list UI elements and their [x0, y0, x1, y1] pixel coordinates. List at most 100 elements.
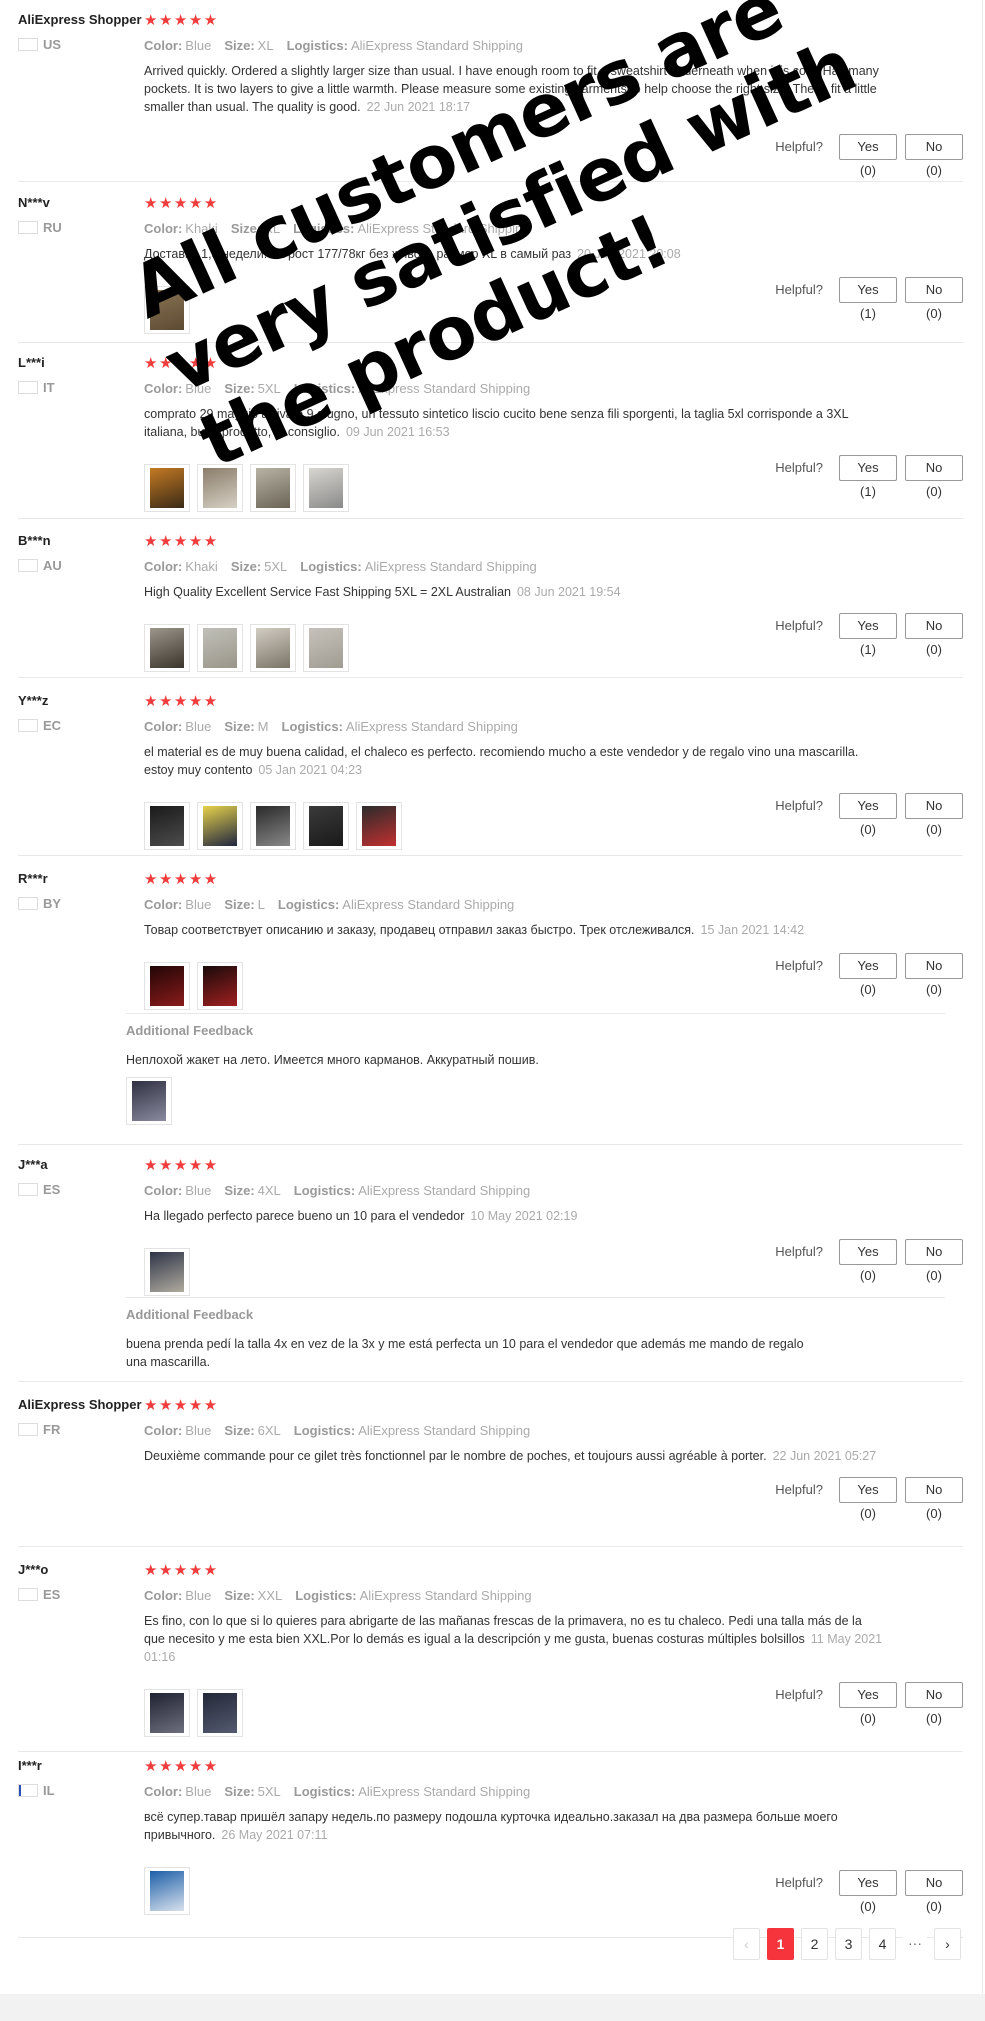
review-body: ★★★★★ Color: Khaki Size: XL Logistics: AliExpr…	[144, 195, 884, 334]
page-1-button[interactable]: 1	[767, 1928, 794, 1960]
order-info: Color: Blue Size: 6XL Logistics: AliExpress S…	[144, 1423, 884, 1439]
review-photo-thumbnail[interactable]	[250, 802, 296, 850]
helpful-no-button[interactable]: No (0)	[905, 134, 963, 178]
review-photo-thumbnail[interactable]	[144, 286, 190, 334]
helpful-votes: Helpful? Yes (0) No (0)	[775, 793, 963, 837]
review-photo-thumbnail[interactable]	[197, 1689, 243, 1737]
review-text-block: High Quality Excellent Service Fast Ship…	[144, 583, 884, 601]
helpful-no-button[interactable]: No (0)	[905, 277, 963, 321]
review-body: ★★★★★ Color: Khaki Size: 5XL Logistics: AliExp…	[144, 533, 884, 672]
logistics-label: Logistics:	[293, 381, 356, 396]
helpful-yes-button[interactable]: Yes (0)	[839, 793, 897, 837]
helpful-no-button[interactable]: No (0)	[905, 793, 963, 837]
color-label: Color:	[144, 1183, 183, 1198]
logistics-value: AliExpress Standard Shipping	[350, 38, 523, 53]
review-body: ★★★★★ Color: Blue Size: L Logistics: AliExpres…	[144, 871, 884, 1010]
helpful-votes: Helpful? Yes (0) No (0)	[775, 1870, 963, 1914]
reviewer-name: J***o	[18, 1562, 49, 1577]
star-rating: ★★★★★	[144, 1157, 219, 1174]
size-label: Size:	[224, 1784, 255, 1799]
reviewer-country: AU	[18, 558, 143, 573]
review-photo-thumbnail[interactable]	[144, 464, 190, 512]
order-info: Color: Khaki Size: 5XL Logistics: AliExpress …	[144, 559, 884, 575]
color-value: Khaki	[185, 559, 218, 574]
country-code: ES	[43, 1586, 61, 1602]
review-photo-thumbnail[interactable]	[144, 1867, 190, 1915]
review-text: Товар соответствует описанию и заказу, п…	[144, 923, 695, 937]
review-photo-thumbnail[interactable]	[356, 802, 402, 850]
review-photo-thumbnail[interactable]	[250, 624, 296, 672]
size-label: Size:	[224, 381, 255, 396]
color-label: Color:	[144, 1588, 183, 1603]
review-item: R***r BY ★★★★★ Color: Blue Size: L Logistics: Al…	[18, 871, 963, 1145]
review-text: comprato 29 maggio arrivato 9 giugno, un…	[144, 407, 849, 439]
reviewer-name: AliExpress Shopper	[18, 12, 142, 27]
helpful-label: Helpful?	[775, 282, 823, 297]
flag-us-icon	[18, 37, 38, 51]
helpful-yes-button[interactable]: Yes (1)	[839, 277, 897, 321]
review-text: Es fino, con lo que si lo quieres para a…	[144, 1614, 862, 1646]
review-photo-thumbnail[interactable]	[250, 464, 296, 512]
flag-by-icon	[18, 896, 38, 910]
review-text-block: el material es de muy buena calidad, el …	[144, 743, 884, 779]
flag-ru-icon	[18, 220, 38, 234]
size-label: Size:	[224, 38, 255, 53]
review-photo-thumbnail[interactable]	[197, 802, 243, 850]
review-body: ★★★★★ Color: Blue Size: 4XL Logistics: AliExpr…	[144, 1157, 884, 1296]
review-photo-thumbnail[interactable]	[197, 624, 243, 672]
feedback-photo-thumbnail[interactable]	[126, 1077, 172, 1125]
helpful-yes-button[interactable]: Yes (1)	[839, 455, 897, 499]
reviewer-country: IT	[18, 380, 143, 395]
size-label: Size:	[230, 559, 262, 574]
helpful-yes-button[interactable]: Yes (0)	[839, 1682, 897, 1726]
page-4-button[interactable]: 4	[869, 1928, 896, 1960]
logistics-value: AliExpress Standard Shipping	[342, 897, 515, 912]
review-photo-thumbnail[interactable]	[144, 1248, 190, 1296]
helpful-no-button[interactable]: No (0)	[905, 1870, 963, 1914]
review-photo-thumbnail[interactable]	[144, 962, 190, 1010]
prev-page-button[interactable]: ‹	[733, 1928, 760, 1960]
helpful-no-button[interactable]: No (0)	[905, 455, 963, 499]
color-value: Blue	[185, 897, 212, 912]
review-photo-thumbnail[interactable]	[303, 464, 349, 512]
helpful-yes-button[interactable]: Yes (0)	[839, 1239, 897, 1283]
next-page-button[interactable]: ›	[934, 1928, 961, 1960]
reviewer-name: AliExpress Shopper	[18, 1397, 142, 1412]
review-date: 22 Jun 2021 18:17	[366, 100, 471, 114]
helpful-yes-button[interactable]: Yes (1)	[839, 613, 897, 657]
helpful-label: Helpful?	[775, 798, 823, 813]
helpful-no-button[interactable]: No (0)	[905, 1682, 963, 1726]
page-2-button[interactable]: 2	[801, 1928, 828, 1960]
review-photo-thumbnail[interactable]	[144, 1689, 190, 1737]
helpful-votes: Helpful? Yes (0) No (0)	[775, 953, 963, 997]
review-text: High Quality Excellent Service Fast Ship…	[144, 585, 511, 599]
page-3-button[interactable]: 3	[835, 1928, 862, 1960]
review-photo-thumbnail[interactable]	[303, 802, 349, 850]
helpful-yes-button[interactable]: Yes (0)	[839, 1870, 897, 1914]
color-value: Khaki	[185, 221, 218, 236]
reviewer-name: L***i	[18, 355, 45, 370]
color-label: Color:	[144, 381, 183, 396]
helpful-no-button[interactable]: No (0)	[905, 1239, 963, 1283]
review-photo-thumbnail[interactable]	[144, 624, 190, 672]
review-photos	[144, 1689, 243, 1737]
helpful-no-button[interactable]: No (0)	[905, 613, 963, 657]
helpful-yes-button[interactable]: Yes (0)	[839, 1477, 897, 1521]
logistics-label: Logistics:	[295, 1588, 357, 1603]
review-photo-thumbnail[interactable]	[144, 802, 190, 850]
flag-au-icon	[18, 558, 38, 572]
divider	[982, 0, 983, 1994]
helpful-yes-button[interactable]: Yes (0)	[839, 134, 897, 178]
review-item: N***v RU ★★★★★ Color: Khaki Size: XL Logistics:…	[18, 195, 963, 343]
review-photo-thumbnail[interactable]	[197, 464, 243, 512]
helpful-yes-button[interactable]: Yes (0)	[839, 953, 897, 997]
reviewer-info: L***i IT	[18, 355, 143, 395]
review-body: ★★★★★ Color: Blue Size: 5XL Logistics: AliExpr…	[144, 355, 884, 512]
helpful-label: Helpful?	[775, 958, 823, 973]
review-photos	[144, 286, 190, 334]
review-photo-thumbnail[interactable]	[197, 962, 243, 1010]
helpful-no-button[interactable]: No (0)	[905, 953, 963, 997]
review-photo-thumbnail[interactable]	[303, 624, 349, 672]
order-info: Color: Blue Size: 5XL Logistics: AliExpress S…	[144, 1784, 884, 1800]
helpful-no-button[interactable]: No (0)	[905, 1477, 963, 1521]
